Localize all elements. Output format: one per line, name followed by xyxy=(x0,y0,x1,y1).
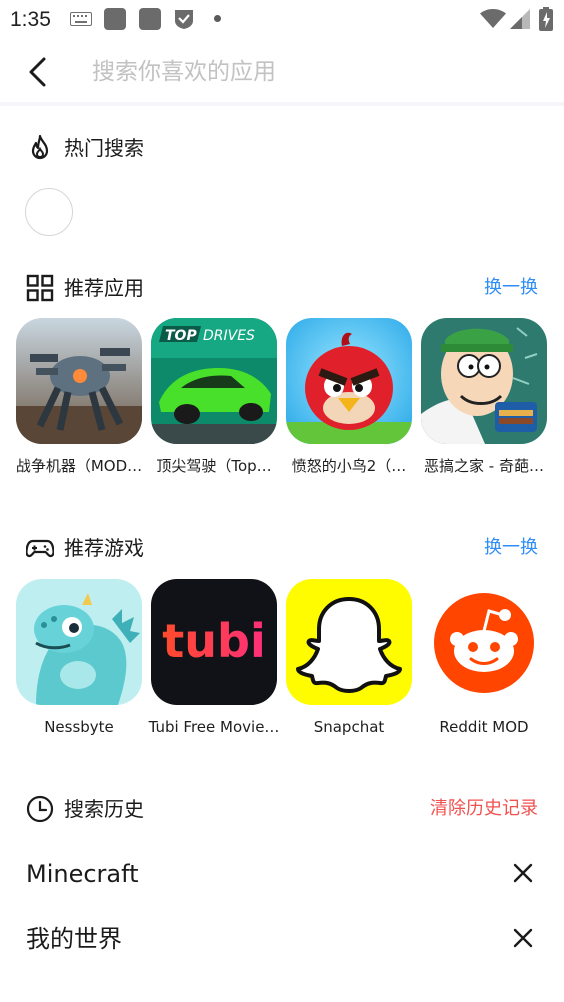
back-arrow-icon[interactable] xyxy=(22,52,54,92)
game-item[interactable]: Reddit MOD xyxy=(421,579,547,751)
close-icon[interactable] xyxy=(512,862,534,884)
app-name: 恶搞之家 - 奇葩… xyxy=(424,457,544,475)
war-robots-icon xyxy=(16,318,142,444)
gamepad-icon xyxy=(26,539,54,558)
notification-dot xyxy=(214,15,221,22)
grid-icon xyxy=(26,274,54,302)
history-item[interactable]: 我的世界 xyxy=(0,915,564,963)
apps-refresh-link[interactable]: 换一换 xyxy=(484,274,538,302)
family-guy-icon xyxy=(421,318,547,444)
clock-icon xyxy=(26,795,54,823)
hot-search-header: 热门搜索 xyxy=(0,128,564,168)
tubi-icon: tubi xyxy=(151,579,277,705)
recommended-games-row: Nessbyte tubi Tubi Free Movie… Snapchat xyxy=(16,579,551,751)
svg-text:tubi: tubi xyxy=(162,614,265,668)
app-item[interactable]: 战争机器（MOD… xyxy=(16,318,142,490)
wifi-icon xyxy=(480,9,506,28)
snapchat-icon xyxy=(286,579,412,705)
recommended-games-title: 推荐游戏 xyxy=(64,536,144,560)
signal-icon xyxy=(510,9,530,29)
game-item[interactable]: Snapchat xyxy=(286,579,412,751)
history-text: 我的世界 xyxy=(26,925,122,953)
app-square-icon xyxy=(104,8,126,30)
clear-history-button[interactable]: 清除历史记录 xyxy=(430,795,538,823)
status-bar: 1:35 xyxy=(0,0,564,38)
app-item[interactable]: TOP DRIVES 顶尖驾驶（Top… xyxy=(151,318,277,490)
shield-check-icon xyxy=(175,10,193,29)
search-history-header: 搜索历史 清除历史记录 xyxy=(0,789,564,829)
game-item[interactable]: Nessbyte xyxy=(16,579,142,751)
battery-charging-icon xyxy=(539,7,553,31)
games-refresh-link[interactable]: 换一换 xyxy=(484,534,538,562)
app-square-icon xyxy=(139,8,161,30)
nessbyte-icon xyxy=(16,579,142,705)
game-name: Snapchat xyxy=(313,718,385,736)
app-item[interactable]: 恶搞之家 - 奇葩… xyxy=(421,318,547,490)
svg-text:TOP: TOP xyxy=(165,328,197,344)
recommended-apps-row: 战争机器（MOD… TOP DRIVES 顶尖驾驶（Top… 愤怒的小鸟2（… … xyxy=(16,318,551,490)
app-name: 愤怒的小鸟2（… xyxy=(291,457,407,475)
app-name: 战争机器（MOD… xyxy=(15,457,143,475)
game-name: Nessbyte xyxy=(44,718,114,736)
top-drives-icon: TOP DRIVES xyxy=(151,318,277,444)
search-input[interactable] xyxy=(92,52,532,92)
status-time: 1:35 xyxy=(10,8,51,31)
recommended-games-header: 推荐游戏 换一换 xyxy=(0,528,564,568)
flame-icon xyxy=(31,134,49,160)
game-name: Tubi Free Movie… xyxy=(148,718,280,736)
angry-birds-icon xyxy=(286,318,412,444)
game-name: Reddit MOD xyxy=(439,718,529,736)
svg-text:DRIVES: DRIVES xyxy=(203,328,255,344)
app-item[interactable]: 愤怒的小鸟2（… xyxy=(286,318,412,490)
search-history-title: 搜索历史 xyxy=(64,797,144,821)
close-icon[interactable] xyxy=(512,927,534,949)
recommended-apps-header: 推荐应用 换一换 xyxy=(0,268,564,308)
reddit-icon xyxy=(421,579,547,705)
hot-search-title: 热门搜索 xyxy=(64,136,144,160)
app-name: 顶尖驾驶（Top… xyxy=(156,457,272,475)
recommended-apps-title: 推荐应用 xyxy=(64,276,144,300)
keyboard-icon xyxy=(70,12,92,26)
history-text: Minecraft xyxy=(26,860,139,888)
history-item[interactable]: Minecraft xyxy=(0,850,564,898)
game-item[interactable]: tubi Tubi Free Movie… xyxy=(149,579,279,751)
hot-search-placeholder[interactable] xyxy=(25,188,73,236)
search-header xyxy=(0,38,564,106)
